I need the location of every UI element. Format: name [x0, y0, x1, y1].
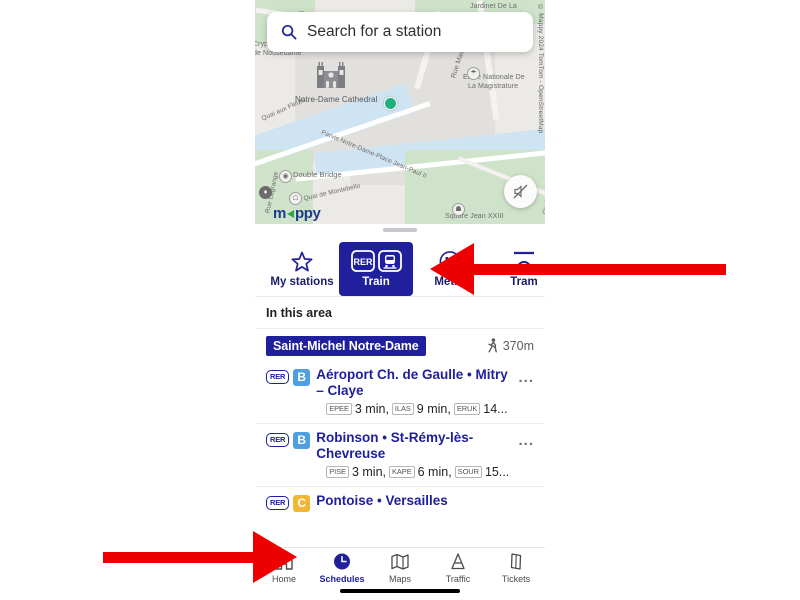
departure-code: PISE	[326, 465, 349, 478]
tab-traffic[interactable]: Traffic	[429, 552, 487, 584]
traffic-cone-icon	[451, 553, 465, 570]
departure-code: KAPE	[389, 465, 415, 478]
mappy-arrow-icon	[286, 209, 294, 218]
departure-time: 3 min,	[354, 401, 389, 416]
rer-badge: RER	[266, 370, 290, 384]
map-label: Jardinet De La	[470, 3, 517, 10]
mode-tab-my-stations[interactable]: My stations	[265, 242, 339, 296]
map-poi-icon[interactable]: ☖	[289, 192, 302, 205]
tab-label: Schedules	[319, 574, 365, 584]
line-more-button[interactable]: ...	[518, 367, 534, 386]
tab-maps[interactable]: Maps	[371, 552, 429, 584]
clock-icon	[334, 553, 350, 570]
map-label: Double Bridge	[293, 170, 342, 179]
departure-time: 15...	[484, 464, 510, 479]
tab-tickets[interactable]: Tickets	[487, 552, 545, 584]
line-destination: Aéroport Ch. de Gaulle • Mitry – Claye	[316, 366, 508, 398]
arrow-head-icon	[430, 243, 474, 295]
station-name: Saint-Michel Notre-Dame	[266, 335, 426, 356]
phone-screen: Notre-Dame Cathedral Jardinet De La Rue …	[255, 0, 545, 600]
line-row[interactable]: RER B Aéroport Ch. de Gaulle • Mitry – C…	[255, 361, 545, 424]
departure-code: ILAS	[391, 402, 414, 415]
map-position-dot	[384, 97, 397, 110]
station-header[interactable]: Saint-Michel Notre-Dame 370m	[255, 329, 545, 361]
line-badges: RER B	[266, 430, 311, 449]
tab-label: Traffic	[445, 574, 471, 584]
line-badge-b: B	[293, 431, 311, 449]
arrow-shaft	[474, 263, 726, 275]
rer-badge: RER	[266, 496, 290, 510]
section-title: In this area	[255, 297, 545, 329]
departure-code: ERUK	[453, 402, 481, 415]
line-badge-b: B	[293, 368, 311, 386]
star-icon	[291, 249, 313, 273]
tab-schedules[interactable]: Schedules	[313, 552, 371, 584]
line-badges: RER C	[266, 493, 311, 512]
map-canvas[interactable]: Notre-Dame Cathedral Jardinet De La Rue …	[255, 0, 545, 230]
mode-tab-label: Train	[362, 276, 390, 288]
departure-code: EPEE	[326, 402, 352, 415]
map-poi-icon[interactable]: ♦	[259, 186, 272, 199]
cathedral-icon	[317, 62, 345, 88]
arrow-head-icon	[253, 531, 297, 583]
line-row[interactable]: RER C Pontoise • Versailles	[255, 487, 545, 519]
walk-distance-value: 370m	[502, 338, 534, 353]
search-icon	[281, 24, 297, 40]
ticket-icon	[510, 553, 522, 570]
annotation-arrow-train-tab	[430, 243, 726, 295]
arrow-shaft	[103, 551, 253, 563]
line-badge-c: C	[293, 494, 311, 512]
map-poi-icon[interactable]: ◉	[279, 170, 292, 183]
departure-times: EPEE 3 min, ILAS 9 min, ERUK 14...	[316, 402, 512, 416]
departure-time: 6 min,	[417, 464, 452, 479]
map-attribution: © Mappy 2024 TomTom - OpenStreetMap	[537, 4, 544, 134]
tab-label: Maps	[388, 574, 411, 584]
line-body: Aéroport Ch. de Gaulle • Mitry – Claye E…	[316, 367, 512, 416]
departure-time: 9 min,	[416, 401, 451, 416]
home-indicator	[340, 589, 460, 593]
map-label: La Magistrature	[468, 83, 519, 90]
tab-label: Tickets	[501, 574, 531, 584]
line-body: Robinson • St-Rémy-lès-Chevreuse PISE 3 …	[316, 430, 512, 479]
annotation-arrow-schedules-tab	[103, 531, 297, 583]
line-body: Pontoise • Versailles	[316, 493, 534, 509]
mute-button[interactable]	[504, 175, 537, 208]
mute-icon	[513, 184, 528, 199]
line-badges: RER B	[266, 367, 311, 386]
walking-icon	[488, 338, 497, 353]
sheet-grabber[interactable]	[383, 228, 417, 232]
search-placeholder: Search for a station	[307, 23, 442, 40]
search-input[interactable]: Search for a station	[267, 12, 533, 52]
map-poi-label: Notre-Dame Cathedral	[295, 95, 378, 104]
departure-code: SOUR	[454, 465, 482, 478]
rer-train-icon: RER	[350, 249, 402, 273]
mode-tab-train[interactable]: RER Train	[339, 241, 413, 296]
map-poi-icon[interactable]: ☂	[467, 67, 480, 80]
line-destination: Pontoise • Versailles	[316, 492, 448, 508]
walk-distance: 370m	[487, 338, 534, 353]
departure-time: 14...	[483, 401, 508, 416]
line-row[interactable]: RER B Robinson • St-Rémy-lès-Chevreuse P…	[255, 424, 545, 487]
map-icon	[391, 553, 409, 570]
mode-tab-label: My stations	[270, 276, 334, 288]
departure-time: 3 min,	[351, 464, 386, 479]
map-poi-icon[interactable]: ☗	[452, 203, 465, 216]
rer-badge: RER	[266, 433, 290, 447]
mappy-logo: m ppy	[273, 205, 321, 222]
svg-text:RER: RER	[353, 257, 373, 267]
line-destination: Robinson • St-Rémy-lès-Chevreuse	[316, 429, 474, 461]
departure-times: PISE 3 min, KAPE 6 min, SOUR 15...	[316, 465, 512, 479]
line-more-button[interactable]: ...	[518, 430, 534, 449]
